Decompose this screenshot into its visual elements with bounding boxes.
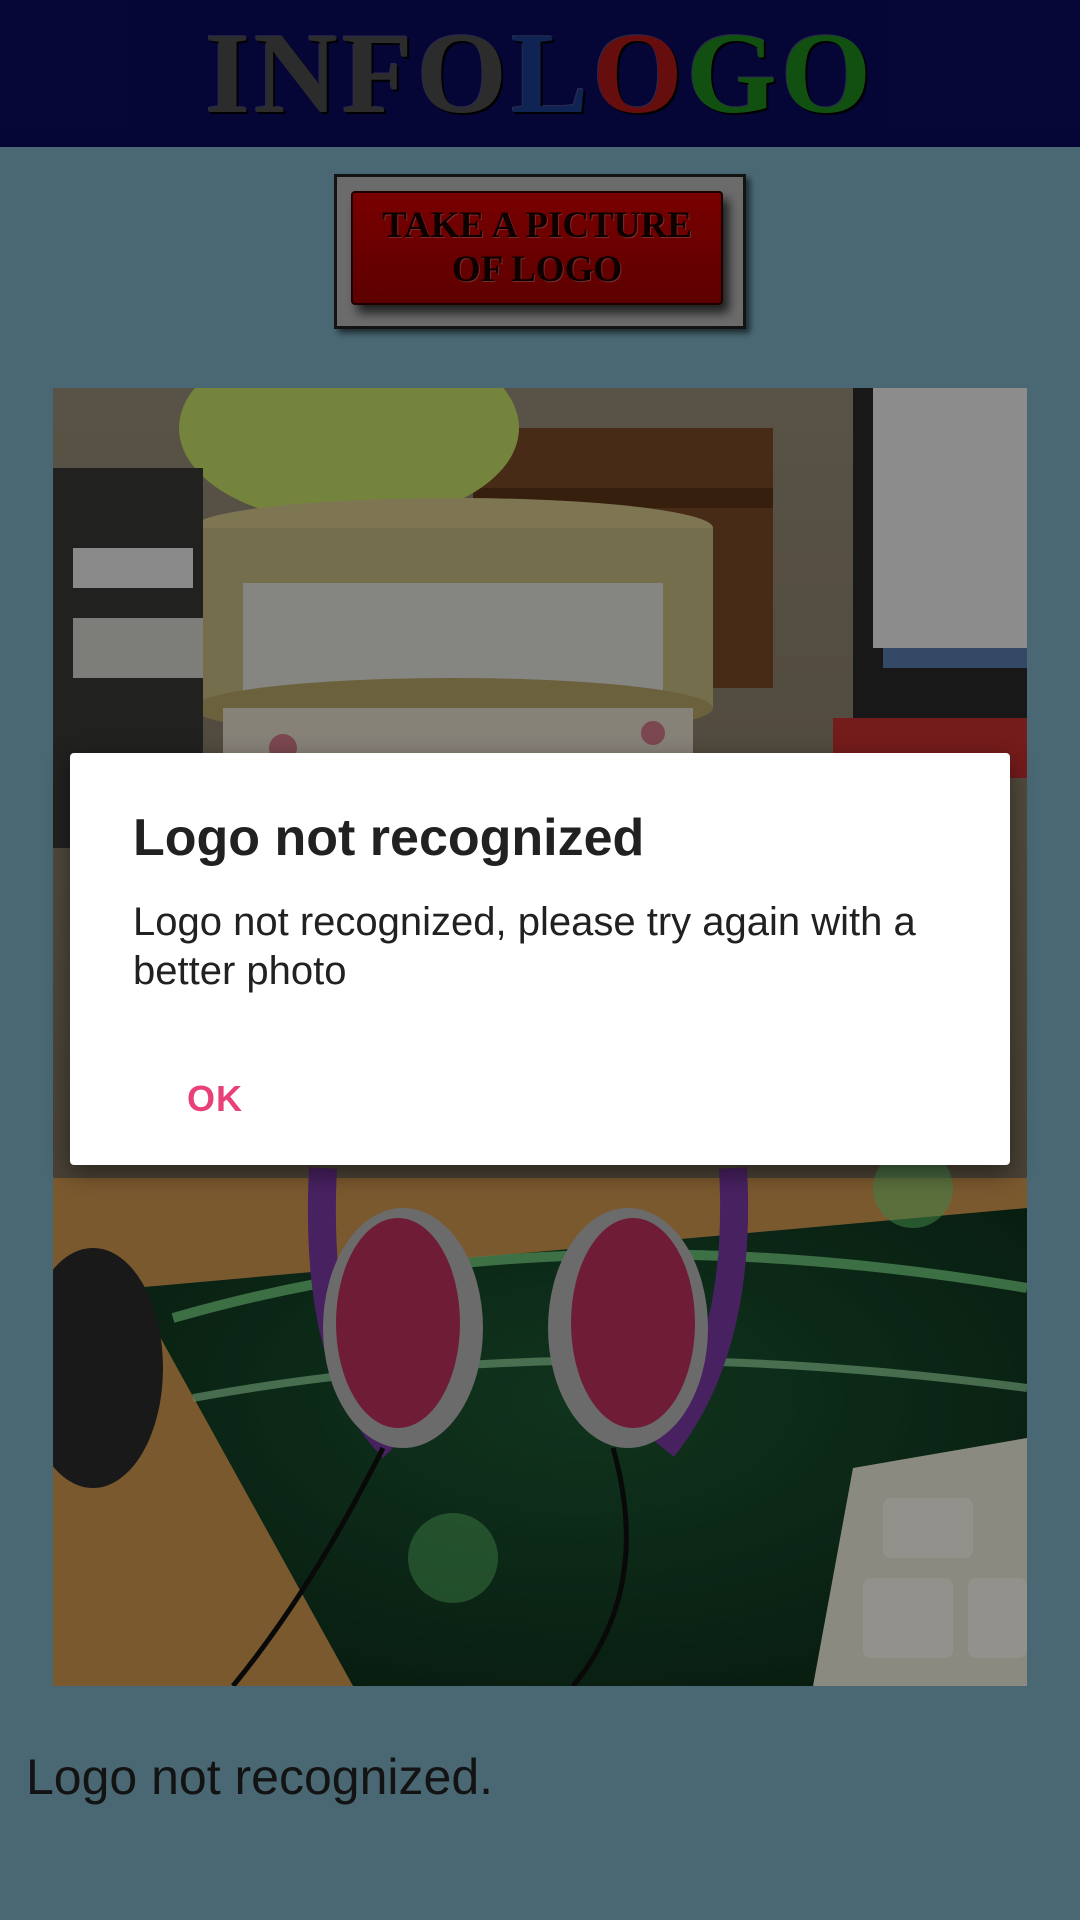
dialog-title: Logo not recognized <box>133 809 645 867</box>
dialog-message: Logo not recognized, please try again wi… <box>133 900 916 993</box>
alert-dialog: Logo not recognized Logo not recognized,… <box>70 753 1010 1165</box>
ok-button[interactable]: OK <box>150 1065 280 1133</box>
